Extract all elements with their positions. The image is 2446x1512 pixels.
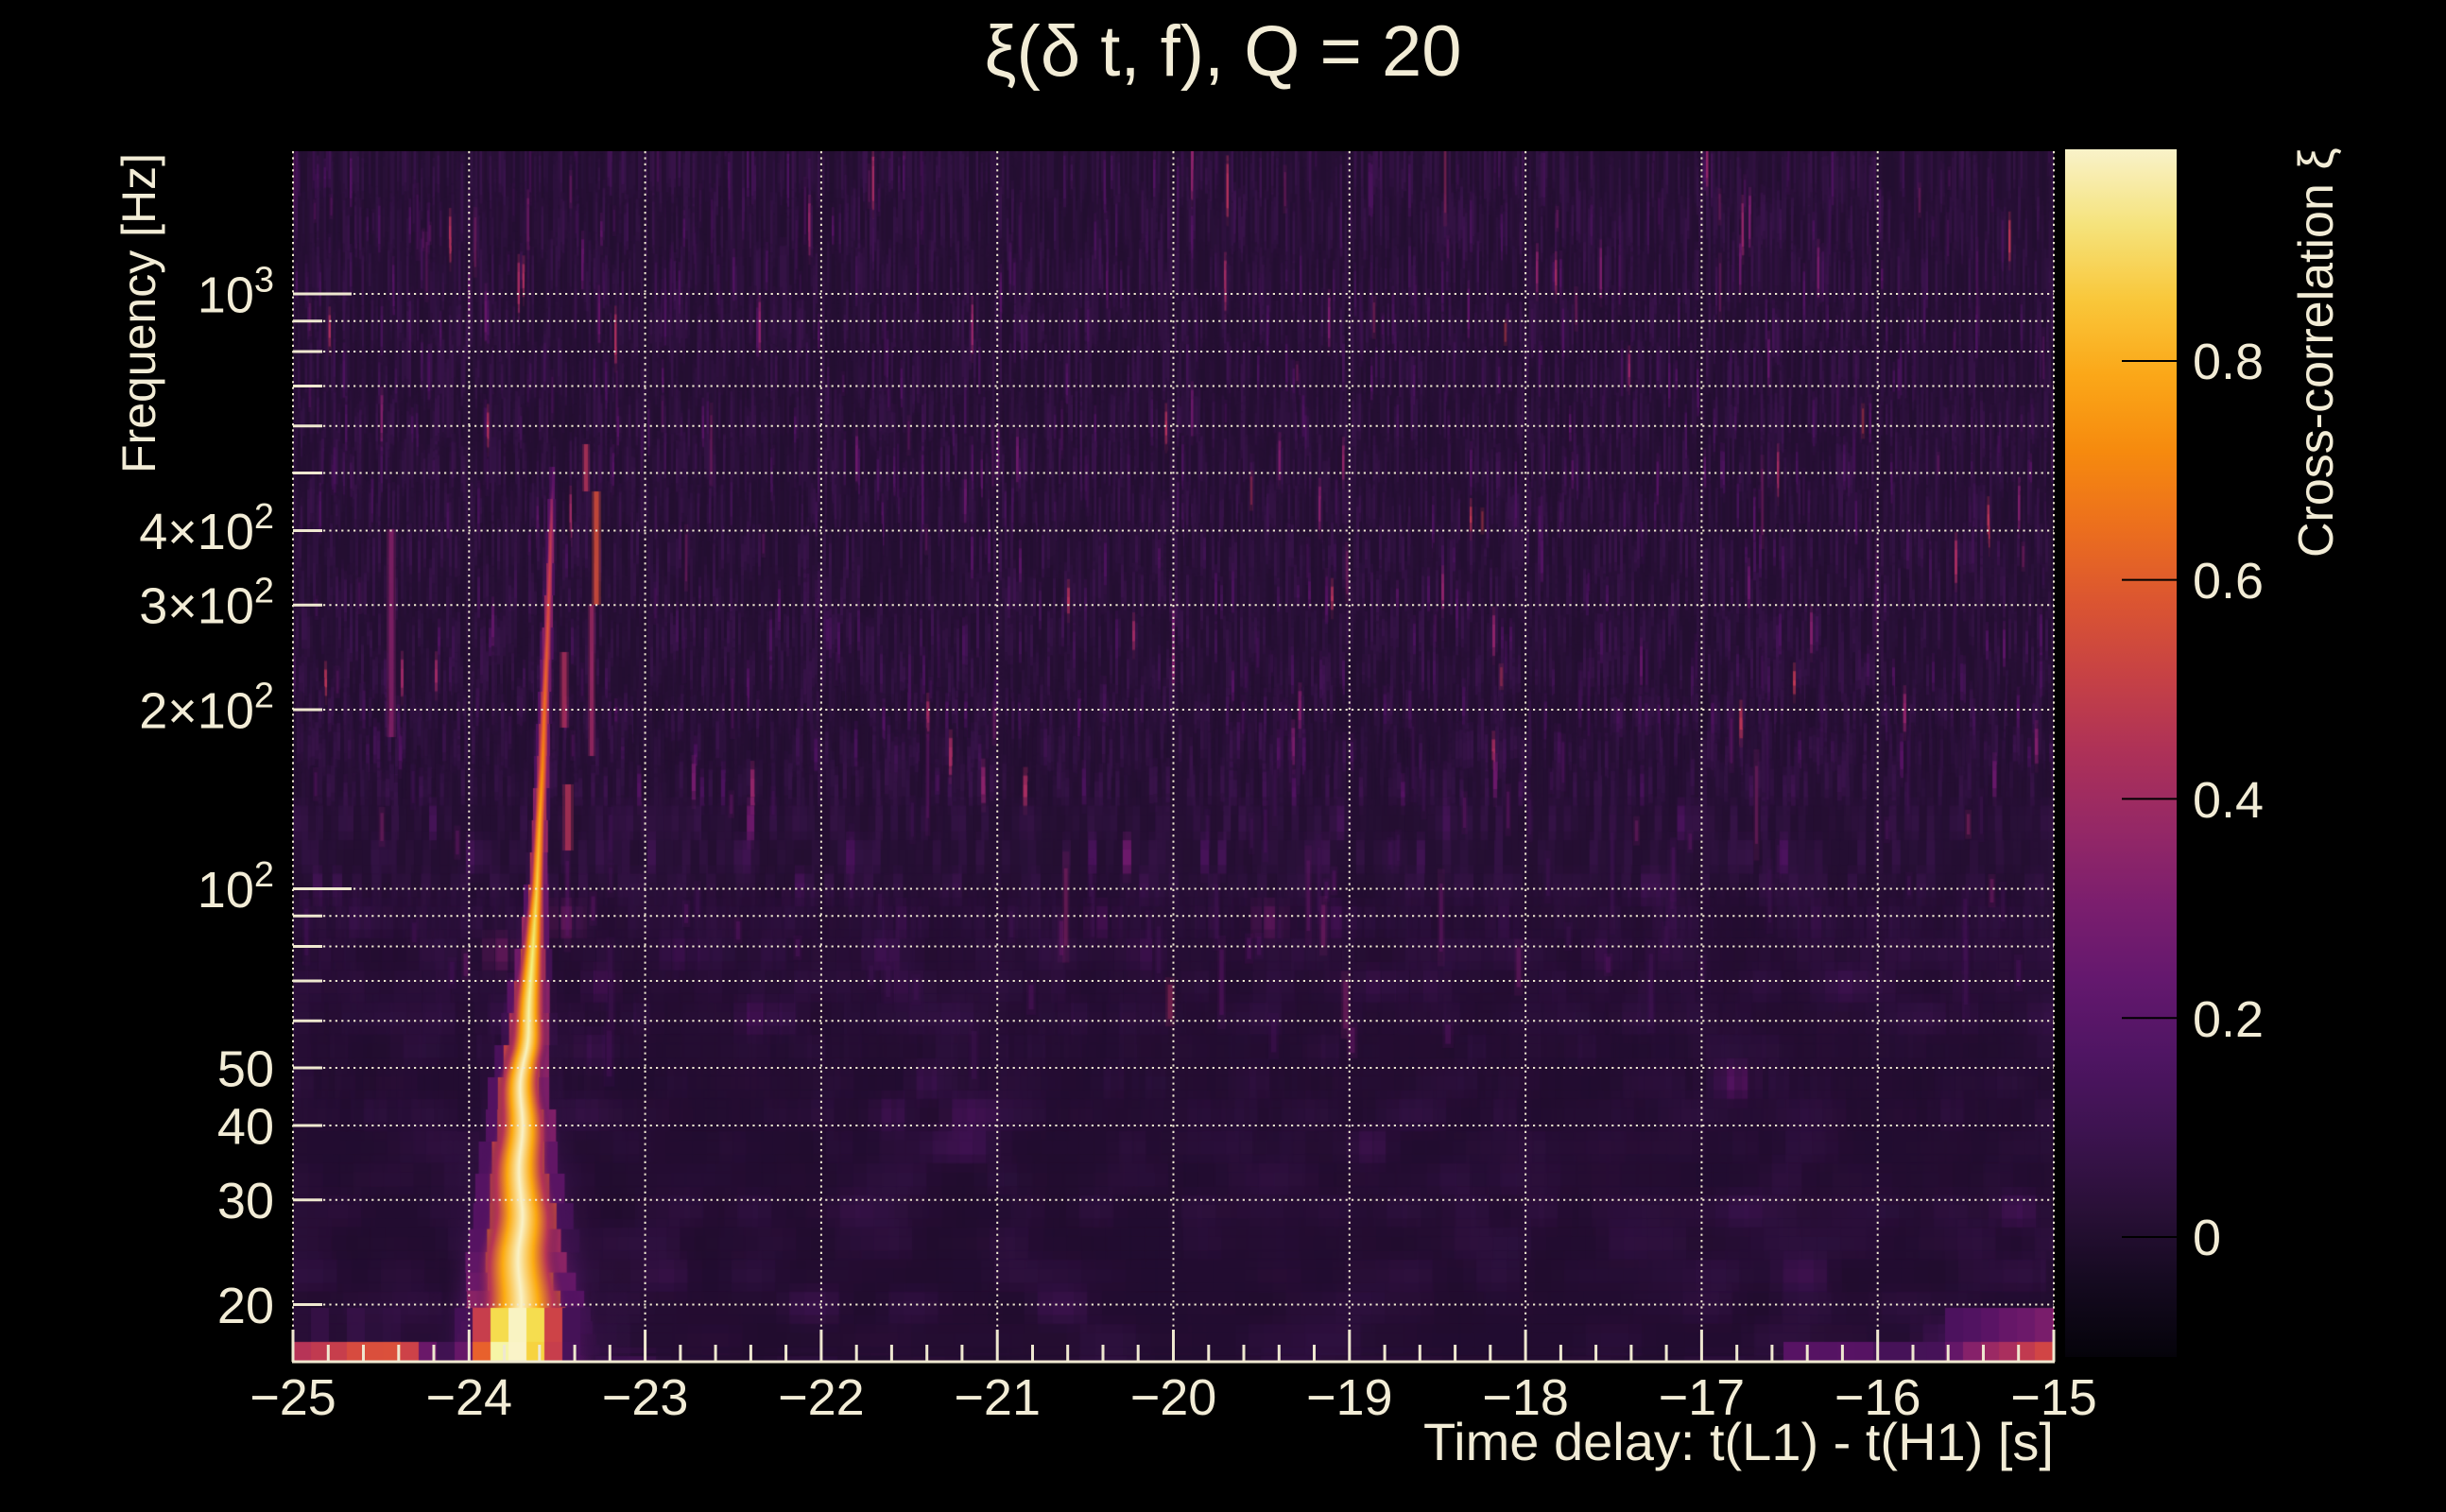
svg-text:102: 102 xyxy=(198,855,274,919)
svg-text:−23: −23 xyxy=(602,1369,689,1426)
svg-text:ξ(δ t, f), Q = 20: ξ(δ t, f), Q = 20 xyxy=(984,11,1461,92)
svg-text:−21: −21 xyxy=(954,1369,1041,1426)
svg-text:−24: −24 xyxy=(425,1369,512,1426)
svg-text:Frequency [Hz]: Frequency [Hz] xyxy=(112,153,165,473)
svg-text:−19: −19 xyxy=(1306,1369,1393,1426)
svg-text:−25: −25 xyxy=(250,1369,336,1426)
svg-text:4×102: 4×102 xyxy=(139,497,274,560)
svg-text:−17: −17 xyxy=(1659,1369,1746,1426)
svg-text:3×102: 3×102 xyxy=(139,572,274,635)
svg-text:30: 30 xyxy=(217,1173,274,1229)
svg-text:20: 20 xyxy=(217,1278,274,1334)
svg-text:0: 0 xyxy=(2193,1210,2221,1266)
svg-text:−18: −18 xyxy=(1482,1369,1569,1426)
svg-text:103: 103 xyxy=(198,261,274,324)
svg-text:−20: −20 xyxy=(1130,1369,1217,1426)
svg-text:−15: −15 xyxy=(2010,1369,2097,1426)
svg-text:2×102: 2×102 xyxy=(139,677,274,740)
svg-text:Cross-correlation ξ: Cross-correlation ξ xyxy=(2289,147,2344,558)
svg-text:0.6: 0.6 xyxy=(2193,553,2264,610)
svg-text:0.2: 0.2 xyxy=(2193,991,2264,1048)
svg-text:−22: −22 xyxy=(778,1369,865,1426)
svg-text:40: 40 xyxy=(217,1099,274,1156)
svg-text:50: 50 xyxy=(217,1041,274,1098)
svg-text:0.8: 0.8 xyxy=(2193,334,2264,390)
svg-text:0.4: 0.4 xyxy=(2193,772,2264,829)
svg-text:−16: −16 xyxy=(1834,1369,1921,1426)
